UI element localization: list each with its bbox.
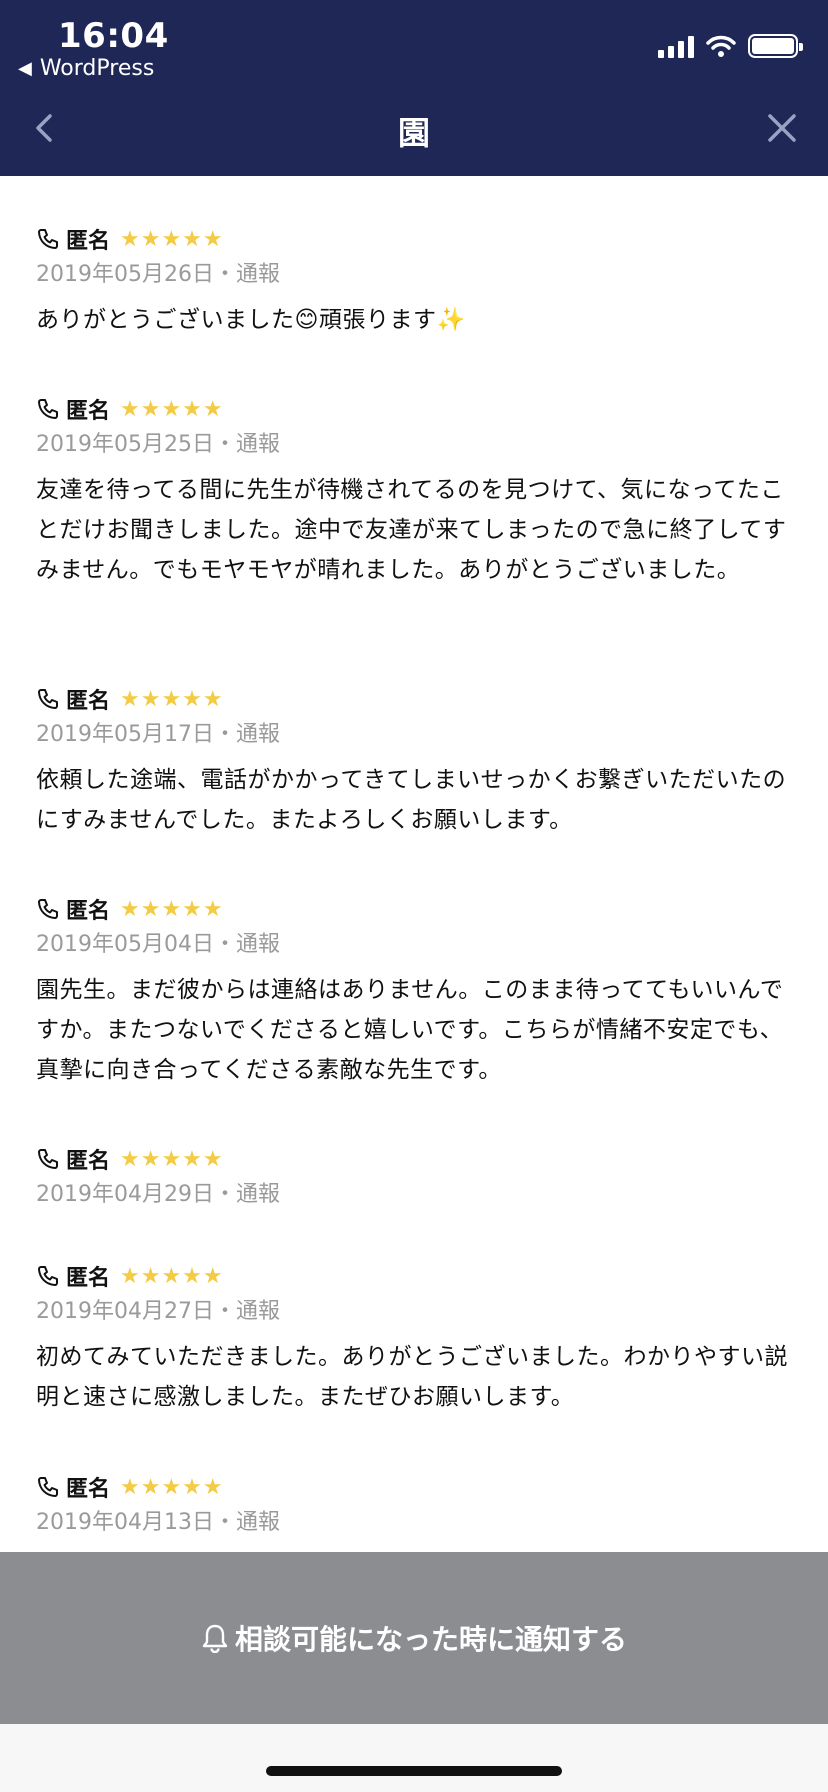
- report-link[interactable]: ・通報: [214, 722, 280, 747]
- review-text: ありがとうございました😊頑張ります✨: [36, 307, 466, 333]
- rating-stars: ★★★★★: [120, 896, 224, 922]
- reviewer-name: 匿名: [66, 399, 111, 424]
- reviewer-name: 匿名: [66, 1477, 111, 1502]
- phone-icon: [38, 689, 58, 709]
- wifi-icon: [706, 35, 736, 57]
- phone-icon: [38, 1477, 58, 1497]
- page-title: 園: [397, 114, 430, 152]
- notify-button[interactable]: 相談可能になった時に通知する: [0, 1552, 828, 1724]
- review-text: 初めてみていただきました。ありがとうございました。わかりやすい説明と速さに感激し…: [36, 1344, 788, 1410]
- report-link[interactable]: ・通報: [214, 932, 280, 957]
- rating-stars: ★★★★★: [120, 396, 224, 422]
- reviewer-name: 匿名: [66, 899, 111, 924]
- rating-stars: ★★★★★: [120, 1474, 224, 1500]
- report-link[interactable]: ・通報: [214, 1299, 280, 1324]
- rating-stars: ★★★★★: [120, 226, 224, 252]
- phone-icon: [38, 1149, 58, 1169]
- phone-icon: [38, 399, 58, 419]
- report-link[interactable]: ・通報: [214, 1510, 280, 1535]
- review-date: 2019年05月26日: [36, 262, 214, 287]
- status-back-to-app[interactable]: ◀ WordPress: [18, 56, 154, 81]
- report-link[interactable]: ・通報: [214, 262, 280, 287]
- home-indicator[interactable]: [266, 1766, 562, 1776]
- review-item: 匿名 ★★★★★ 2019年05月17日・通報 依頼した途端、電話がかかってきて…: [36, 684, 792, 840]
- status-time: 16:04: [58, 16, 169, 56]
- phone-icon: [38, 229, 58, 249]
- rating-stars: ★★★★★: [120, 1146, 224, 1172]
- close-icon[interactable]: [764, 110, 800, 146]
- review-item: 匿名 ★★★★★ 2019年04月13日・通報: [36, 1472, 792, 1536]
- reviewer-name: 匿名: [66, 689, 111, 714]
- battery-icon: [748, 34, 803, 58]
- phone-icon: [38, 1266, 58, 1286]
- bell-icon: [202, 1624, 228, 1653]
- status-back-label: WordPress: [39, 56, 155, 81]
- status-indicators: [658, 34, 803, 58]
- notify-button-label: 相談可能になった時に通知する: [234, 1623, 627, 1656]
- rating-stars: ★★★★★: [120, 1263, 224, 1289]
- report-link[interactable]: ・通報: [214, 432, 280, 457]
- review-item: 匿名 ★★★★★ 2019年04月27日・通報 初めてみていただきました。ありが…: [36, 1261, 792, 1417]
- review-date: 2019年04月13日: [36, 1510, 214, 1535]
- review-date: 2019年05月04日: [36, 932, 214, 957]
- review-text: 園先生。まだ彼からは連絡はありません。このまま待っててもいいんですか。またつない…: [36, 977, 784, 1083]
- reviewer-name: 匿名: [66, 229, 111, 254]
- review-item: 匿名 ★★★★★ 2019年05月26日・通報 ありがとうございました😊頑張りま…: [36, 224, 792, 340]
- phone-icon: [38, 899, 58, 919]
- review-item: 匿名 ★★★★★ 2019年05月04日・通報 園先生。まだ彼からは連絡はありま…: [36, 894, 792, 1090]
- review-date: 2019年05月17日: [36, 722, 214, 747]
- reviewer-name: 匿名: [66, 1149, 111, 1174]
- review-date: 2019年04月29日: [36, 1182, 214, 1207]
- review-date: 2019年05月25日: [36, 432, 214, 457]
- cellular-signal-icon: [658, 34, 694, 58]
- back-triangle-icon: ◀: [18, 58, 32, 79]
- review-item: 匿名 ★★★★★ 2019年05月25日・通報 友達を待ってる間に先生が待機され…: [36, 394, 792, 590]
- bottom-safe-area: [0, 1724, 828, 1792]
- rating-stars: ★★★★★: [120, 686, 224, 712]
- review-text: 友達を待ってる間に先生が待機されてるのを見つけて、気になってたことだけお聞きしま…: [36, 477, 787, 583]
- reviewer-name: 匿名: [66, 1266, 111, 1291]
- report-link[interactable]: ・通報: [214, 1182, 280, 1207]
- review-date: 2019年04月27日: [36, 1299, 214, 1324]
- app-header: 16:04 ◀ WordPress 園: [0, 0, 828, 176]
- review-text: 依頼した途端、電話がかかってきてしまいせっかくお繋ぎいただいたのにすみませんでし…: [36, 767, 787, 833]
- review-item: 匿名 ★★★★★ 2019年04月29日・通報: [36, 1144, 792, 1208]
